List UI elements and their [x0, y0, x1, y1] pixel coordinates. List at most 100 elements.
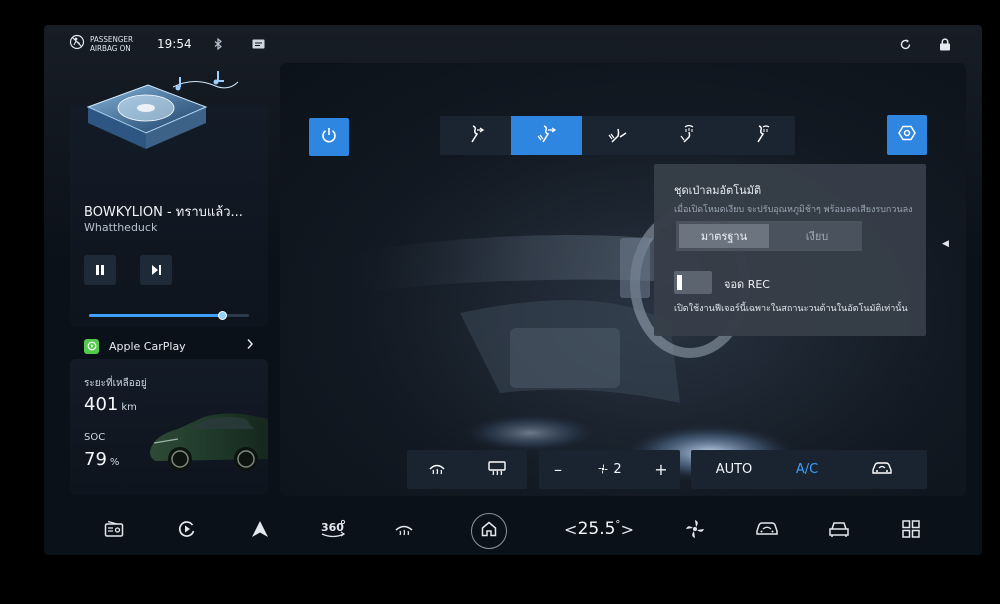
recirculation-car-icon: [871, 460, 893, 480]
dock-camera-360[interactable]: 360: [319, 517, 347, 545]
infotainment-screen: PASSENGER AIRBAG ON 19:54 BOWKYLION - ทร…: [44, 25, 982, 555]
mode-feet[interactable]: [582, 116, 653, 155]
rear-defrost-icon: [393, 520, 415, 542]
pause-button[interactable]: [84, 255, 116, 285]
chevron-right-icon: [246, 338, 254, 354]
home-icon: [480, 520, 498, 542]
recirculation-button[interactable]: [837, 460, 927, 480]
climate-power-button[interactable]: [309, 118, 349, 156]
popup-description: เมื่อเปิดโหมดเงียบ จะปรับอุณหภูมิช้าๆ พร…: [674, 205, 913, 215]
face-feet-vent-icon: [535, 123, 559, 149]
rear-defrost-button[interactable]: [467, 459, 527, 481]
auto-blower-popup: ชุดเป่าลมอัตโนมัติ เมื่อเปิดโหมดเงียบ จะ…: [654, 164, 926, 336]
fan-speed-group: – 2 +: [539, 450, 680, 489]
range-value: 401 km: [84, 394, 137, 415]
soc-label: SOC: [84, 432, 106, 443]
radio-icon: [104, 520, 124, 542]
home-button[interactable]: [471, 513, 507, 549]
mode-defrost-face[interactable]: [724, 116, 795, 155]
clock: 19:54: [157, 37, 192, 51]
settings-hex-icon: [898, 124, 916, 146]
airbag-line-1: PASSENGER: [90, 35, 133, 44]
climate-settings-button[interactable]: [887, 115, 927, 155]
ac-group: AUTO A/C: [691, 450, 927, 489]
defrost-group: [407, 450, 527, 489]
dock-defrost[interactable]: [390, 517, 418, 545]
dock-navigation[interactable]: [246, 517, 274, 545]
temp-decrease-button[interactable]: <: [564, 520, 577, 539]
bottom-dock: 360 < 25.5° >: [44, 510, 982, 555]
defrost-face-vent-icon: [748, 123, 772, 149]
segment-standard[interactable]: มาตรฐาน: [679, 224, 769, 248]
navigation-icon: [250, 519, 270, 543]
carplay-icon: [84, 338, 99, 354]
dock-media[interactable]: [173, 517, 201, 545]
fan-icon: [597, 460, 609, 479]
song-title: BOWKYLION - ทราบแล้ว...: [84, 205, 243, 220]
dock-radio[interactable]: [100, 517, 128, 545]
song-artist: Whattheduck: [84, 221, 158, 234]
svg-text:360: 360: [321, 521, 344, 534]
next-track-button[interactable]: [140, 255, 172, 285]
progress-knob[interactable]: [218, 311, 228, 320]
fan-increase-button[interactable]: +: [642, 460, 680, 479]
front-defrost-icon: [427, 459, 447, 481]
rec-label: จอด REC: [724, 278, 770, 291]
temperature-control: < 25.5° >: [564, 519, 634, 539]
blower-mode-segmented[interactable]: มาตรฐาน เงียบ: [676, 221, 862, 251]
front-defrost-button[interactable]: [407, 459, 467, 481]
next-track-icon: [150, 261, 162, 280]
mode-face[interactable]: [440, 116, 511, 155]
music-album-art: [86, 71, 239, 149]
status-bar: PASSENGER AIRBAG ON 19:54: [44, 25, 982, 63]
fan-decrease-button[interactable]: –: [539, 460, 577, 479]
fan-speed-value: 2: [613, 462, 622, 477]
feet-vent-icon: [606, 123, 630, 149]
refresh-icon[interactable]: [897, 36, 913, 52]
soc-value: 79%: [84, 449, 120, 470]
airflow-mode-selector[interactable]: [440, 116, 795, 155]
fan-icon: [684, 518, 706, 544]
dock-apps[interactable]: [897, 517, 925, 545]
airbag-line-2: AIRBAG ON: [90, 44, 131, 53]
message-icon[interactable]: [250, 36, 266, 52]
popup-title: ชุดเป่าลมอัตโนมัติ: [674, 184, 762, 197]
carplay-row[interactable]: Apple CarPlay: [84, 337, 254, 355]
mode-face-feet[interactable]: [511, 116, 582, 155]
face-vent-icon: [465, 123, 487, 149]
bluetooth-icon: [210, 36, 226, 52]
pause-icon: [94, 261, 106, 280]
rec-toggle-knob: [677, 275, 682, 290]
dock-fan[interactable]: [681, 517, 709, 545]
seat-icon: [827, 520, 851, 542]
power-icon: [320, 126, 338, 148]
fan-speed-display: 2: [577, 460, 642, 479]
dock-vehicle[interactable]: [825, 517, 853, 545]
climate-panel: ชุดเป่าลมอัตโนมัติ เมื่อเปิดโหมดเงียบ จะ…: [280, 63, 966, 496]
feet-defrost-vent-icon: [677, 123, 701, 149]
auto-button[interactable]: AUTO: [691, 462, 777, 477]
airbag-status: PASSENGER AIRBAG ON: [69, 34, 142, 54]
car-climate-icon: [755, 520, 779, 542]
temp-increase-button[interactable]: >: [621, 520, 634, 539]
range-label: ระยะที่เหลืออยู่: [84, 378, 147, 389]
rec-description: เปิดใช้งานฟีเจอร์นี้เฉพาะในสถานะวนด้านใน…: [674, 304, 908, 314]
rec-toggle[interactable]: [674, 271, 712, 294]
segment-quiet[interactable]: เงียบ: [772, 221, 862, 251]
range-card[interactable]: ระยะที่เหลืออยู่ 401 km SOC 79%: [70, 359, 268, 495]
playback-progress[interactable]: [89, 311, 249, 320]
lock-icon[interactable]: [937, 36, 953, 52]
camera-360-icon: 360: [320, 519, 346, 543]
media-card[interactable]: BOWKYLION - ทราบแล้ว... Whattheduck Appl…: [70, 71, 268, 354]
ac-button[interactable]: A/C: [777, 462, 837, 477]
side-panel-arrow[interactable]: ◀: [942, 239, 949, 249]
play-icon: [177, 519, 197, 543]
car-image: [150, 413, 268, 471]
temperature-value: 25.5°: [577, 519, 621, 539]
carplay-label: Apple CarPlay: [109, 339, 186, 353]
airbag-off-icon: [69, 34, 85, 54]
dock-car-climate[interactable]: [753, 517, 781, 545]
progress-fill: [89, 314, 224, 317]
mode-feet-defrost[interactable]: [653, 116, 724, 155]
apps-grid-icon: [901, 519, 921, 543]
